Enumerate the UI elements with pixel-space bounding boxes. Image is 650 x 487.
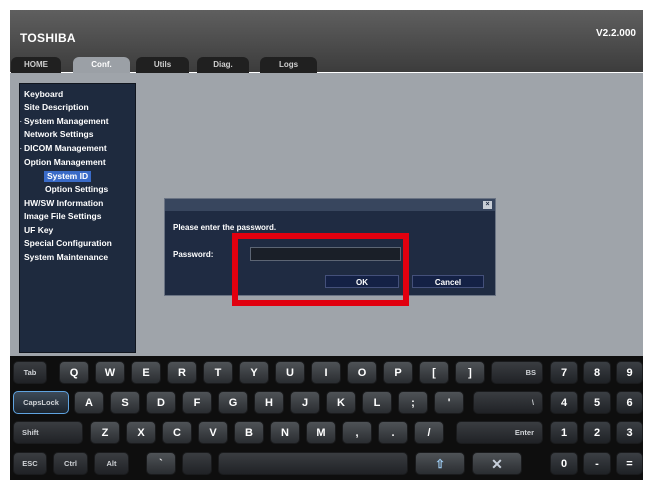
key-w[interactable]: W [95,361,125,384]
brand-logo: TOSHIBA [20,31,76,45]
key-backslash[interactable]: \ [473,391,543,414]
key-capslock[interactable]: CapsLock [13,391,69,414]
key-quote[interactable]: ' [434,391,464,414]
key-bracket-right[interactable]: ] [455,361,485,384]
key-d[interactable]: D [146,391,176,414]
key-backtick[interactable]: ` [146,452,176,475]
sidebar-item-site-description[interactable]: Site Description [24,102,89,113]
key-c[interactable]: C [162,421,192,444]
key-m[interactable]: M [306,421,336,444]
key-num-3[interactable]: 3 [616,421,643,444]
tab-home[interactable]: HOME [11,57,61,73]
config-sidebar: Keyboard Site Description +System Manage… [19,83,136,353]
key-tab[interactable]: Tab [13,361,47,384]
key-p[interactable]: P [383,361,413,384]
sidebar-item-system-maintenance[interactable]: System Maintenance [24,252,108,263]
sidebar-item-hwsw-information[interactable]: HW/SW Information [24,198,103,209]
key-space[interactable] [218,452,408,475]
key-semicolon[interactable]: ; [398,391,428,414]
key-enter[interactable]: Enter [456,421,543,444]
key-z[interactable]: Z [90,421,120,444]
highlight-annotation [232,233,409,306]
sidebar-item-option-management[interactable]: -Option Management [24,157,106,168]
sidebar-item-label: Option Management [24,157,106,167]
key-b[interactable]: B [234,421,264,444]
tab-logs[interactable]: Logs [260,57,317,73]
key-s[interactable]: S [110,391,140,414]
key-i[interactable]: I [311,361,341,384]
key-j[interactable]: J [290,391,320,414]
expand-icon: + [20,143,22,154]
password-label: Password: [173,250,214,259]
key-alt[interactable]: Alt [94,452,129,475]
device-screen: TOSHIBA V2.2.000 HOME Conf. Utils Diag. … [0,0,650,487]
key-v[interactable]: V [198,421,228,444]
key-o[interactable]: O [347,361,377,384]
key-backspace[interactable]: BS [491,361,543,384]
dialog-titlebar: × [165,199,495,211]
sidebar-item-keyboard[interactable]: Keyboard [24,89,63,100]
sidebar-item-system-management[interactable]: +System Management [20,116,109,127]
tab-conf[interactable]: Conf. [73,57,130,74]
key-q[interactable]: Q [59,361,89,384]
key-a[interactable]: A [74,391,104,414]
tab-utils[interactable]: Utils [136,57,189,73]
key-e[interactable]: E [131,361,161,384]
key-shift[interactable]: Shift [13,421,83,444]
on-screen-keyboard: Tab Q W E R T Y U I O P [ ] BS 7 8 9 Cap… [10,356,643,480]
key-escape[interactable]: ESC [13,452,47,475]
key-t[interactable]: T [203,361,233,384]
expand-icon: + [20,116,22,127]
dialog-prompt: Please enter the password. [173,223,277,232]
key-g[interactable]: G [218,391,248,414]
key-num-5[interactable]: 5 [583,391,611,414]
tab-diag[interactable]: Diag. [197,57,249,73]
close-icon[interactable]: × [483,201,492,209]
sidebar-item-network-settings[interactable]: Network Settings [24,129,93,140]
key-bracket-left[interactable]: [ [419,361,449,384]
key-equals[interactable]: = [616,452,643,475]
key-h[interactable]: H [254,391,284,414]
key-shift-up-arrow-icon[interactable]: ⇧ [415,452,465,475]
key-f[interactable]: F [182,391,212,414]
sidebar-item-dicom-management[interactable]: +DICOM Management [20,143,107,154]
key-num-4[interactable]: 4 [550,391,578,414]
collapse-icon: - [19,157,20,168]
key-num-1[interactable]: 1 [550,421,578,444]
key-minus[interactable]: - [583,452,611,475]
key-num-2[interactable]: 2 [583,421,611,444]
key-x[interactable]: X [126,421,156,444]
close-keyboard-icon[interactable]: ✕ [472,452,522,475]
key-num-6[interactable]: 6 [616,391,643,414]
sidebar-item-label: DICOM Management [24,143,107,153]
sidebar-item-system-id[interactable]: System ID [44,171,92,182]
key-slash[interactable]: / [414,421,444,444]
sidebar-item-option-settings[interactable]: Option Settings [45,184,108,195]
key-y[interactable]: Y [239,361,269,384]
key-r[interactable]: R [167,361,197,384]
key-num-0[interactable]: 0 [550,452,578,475]
sidebar-item-special-configuration[interactable]: Special Configuration [24,238,112,249]
key-k[interactable]: K [326,391,356,414]
key-blank[interactable] [182,452,212,475]
key-u[interactable]: U [275,361,305,384]
key-n[interactable]: N [270,421,300,444]
key-period[interactable]: . [378,421,408,444]
key-num-8[interactable]: 8 [583,361,611,384]
key-num-9[interactable]: 9 [616,361,643,384]
sidebar-item-label: System Management [24,116,109,126]
sidebar-item-image-file-settings[interactable]: Image File Settings [24,211,101,222]
key-comma[interactable]: , [342,421,372,444]
cancel-button[interactable]: Cancel [412,275,484,288]
key-num-7[interactable]: 7 [550,361,578,384]
version-label: V2.2.000 [595,28,636,39]
sidebar-item-uf-key[interactable]: UF Key [24,225,53,236]
key-l[interactable]: L [362,391,392,414]
key-ctrl[interactable]: Ctrl [53,452,88,475]
